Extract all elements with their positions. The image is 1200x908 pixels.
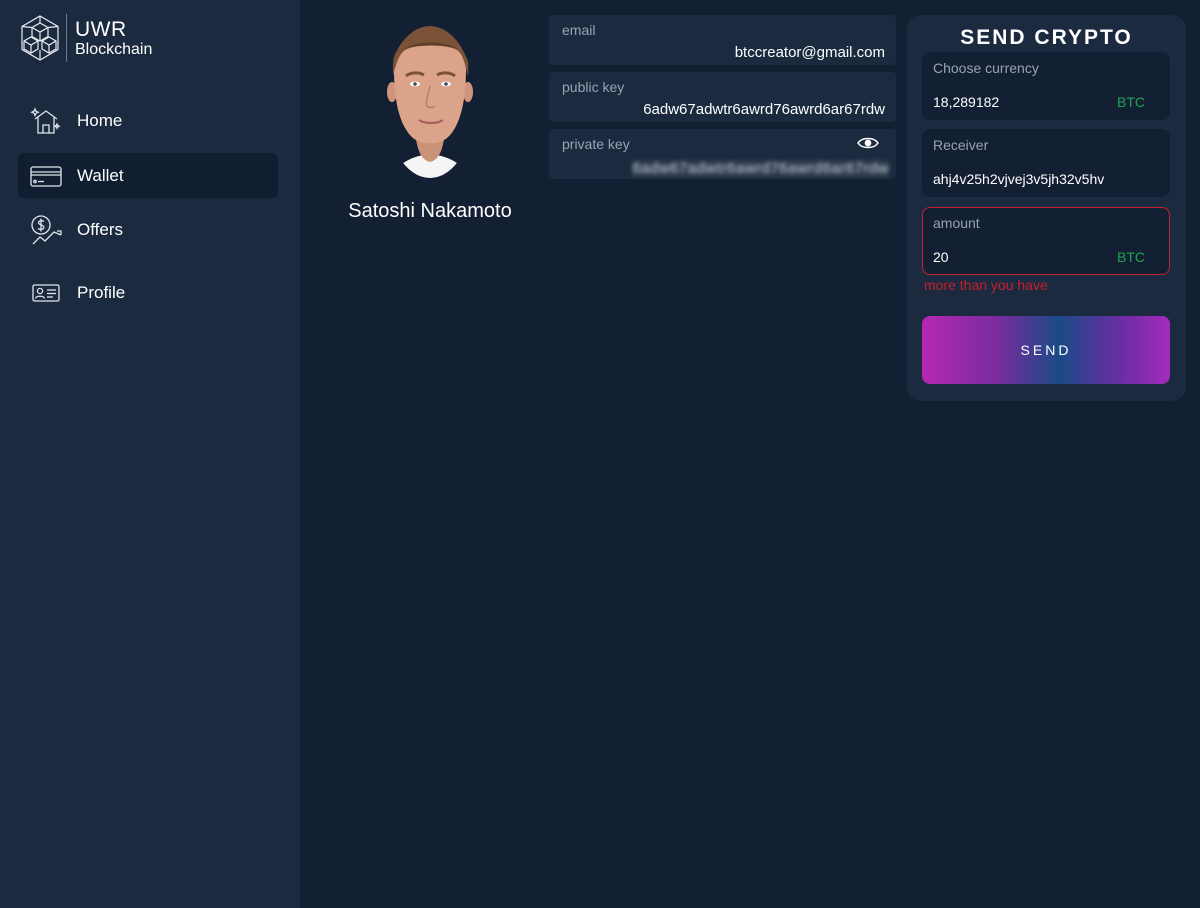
send-button[interactable]: SEND — [922, 316, 1170, 384]
brand-subtitle: Blockchain — [75, 40, 153, 58]
dollar-chart-icon — [31, 214, 62, 244]
email-label: email — [562, 22, 596, 38]
amount-field[interactable]: amount 20 BTC — [922, 207, 1170, 275]
currency-select[interactable]: Choose currency 18,289182 BTC — [922, 52, 1170, 120]
credit-card-icon — [30, 165, 62, 187]
eye-icon[interactable] — [857, 136, 879, 150]
amount-value: 20 — [933, 249, 949, 265]
sidebar-item-label: Wallet — [77, 165, 124, 185]
receiver-field[interactable]: Receiver ahj4v25h2vjvej3v5jh32v5hv — [922, 129, 1170, 197]
receiver-label: Receiver — [933, 137, 989, 153]
public-key-value[interactable]: 6adw67adwtr6awrd76awrd6ar67rdw — [643, 101, 885, 118]
sidebar-item-offers[interactable]: Offers — [18, 207, 278, 252]
home-sparkle-icon — [30, 106, 61, 134]
amount-error-message: more than you have — [924, 277, 1048, 293]
sidebar-item-label: Profile — [77, 282, 126, 302]
private-key-label: private key — [562, 136, 630, 152]
sidebar: UWR Blockchain Home Wallet Offers Profil… — [0, 0, 300, 908]
brand-title: UWR — [75, 17, 127, 41]
id-card-icon — [32, 283, 60, 302]
user-name: Satoshi Nakamoto — [348, 200, 512, 222]
public-key-label: public key — [562, 79, 625, 95]
brand-logo[interactable]: UWR Blockchain — [18, 14, 152, 62]
public-key-card: public key 6adw67adwtr6awrd76awrd6ar67rd… — [549, 72, 896, 122]
email-value: btccreator@gmail.com — [734, 44, 885, 61]
amount-unit: BTC — [1117, 249, 1145, 265]
amount-label: amount — [933, 215, 980, 231]
logo-cube-icon — [21, 15, 59, 61]
avatar-portrait — [385, 26, 475, 178]
send-title: SEND CRYPTO — [960, 26, 1133, 49]
sidebar-item-wallet[interactable]: Wallet — [18, 153, 278, 198]
brand-text: UWR Blockchain — [75, 19, 152, 58]
avatar — [381, 14, 481, 182]
private-key-value: 6adw67adwtr6awrd76awrd6ar67rdw — [632, 160, 889, 177]
send-crypto-panel: SEND CRYPTO Choose currency 18,289182 BT… — [907, 15, 1186, 401]
email-card: email btccreator@gmail.com — [549, 15, 896, 65]
logo-divider — [66, 14, 67, 62]
receiver-value: ahj4v25h2vjvej3v5jh32v5hv — [933, 171, 1105, 187]
currency-balance: 18,289182 — [933, 94, 1000, 110]
sidebar-item-label: Home — [77, 110, 123, 130]
currency-unit: BTC — [1117, 94, 1145, 110]
currency-label: Choose currency — [933, 60, 1039, 76]
private-key-card: private key 6adw67adwtr6awrd76awrd6ar67r… — [549, 129, 896, 179]
sidebar-item-label: Offers — [77, 219, 123, 239]
sidebar-item-home[interactable]: Home — [18, 98, 278, 143]
sidebar-item-profile[interactable]: Profile — [18, 270, 278, 315]
